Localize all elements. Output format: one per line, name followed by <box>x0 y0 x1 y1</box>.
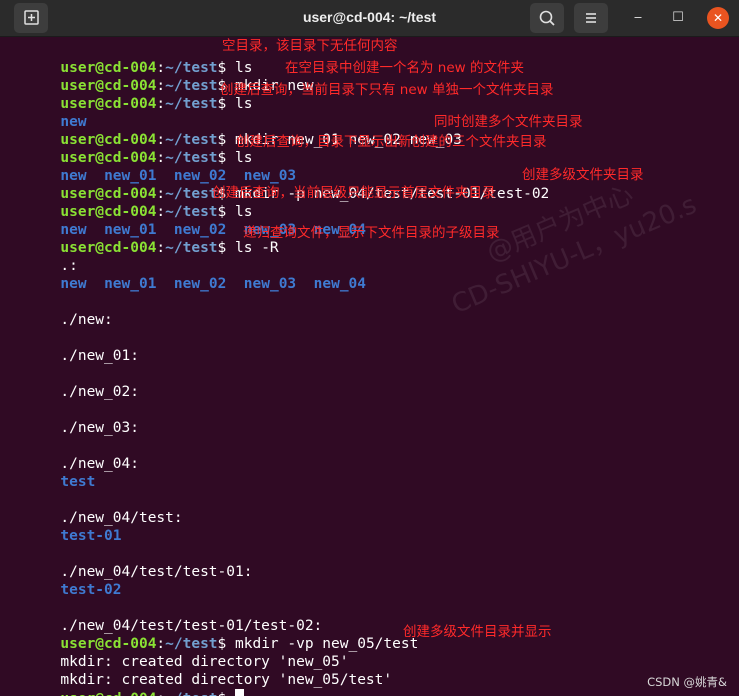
terminal-line: new new_01 new_02 new_03 new_04 <box>8 203 366 238</box>
terminal-line: user@cd-004:~/test$ mkdir new_01 new_02 … <box>8 113 462 148</box>
prompt-user: user@cd-004 <box>60 691 156 696</box>
directory-entry: new_01 <box>104 276 157 292</box>
terminal-line: new new_01 new_02 new_03 <box>8 149 296 184</box>
terminal-line: mkdir: created directory 'new_05' <box>8 635 348 670</box>
terminal-line: new new_01 new_02 new_03 new_04 <box>8 257 366 292</box>
listing-header: ./new: <box>60 312 113 328</box>
terminal-line: user@cd-004:~/test$ mkdir new <box>8 59 313 94</box>
scrollbar[interactable] <box>733 37 739 696</box>
search-icon <box>539 10 555 26</box>
annotation-ls-multi: 创建后查询，目录下显示出新创建的三个文件夹目录 <box>236 134 547 150</box>
terminal-line: ./new_04: <box>8 437 139 472</box>
annotation-ls-top-level: 创建后查询，当前层级只能显示首层文件夹目录 <box>212 185 496 201</box>
directory-entry: new_04 <box>313 276 367 292</box>
directory-entry: new <box>60 276 87 292</box>
terminal-line: user@cd-004:~/test$ <box>8 671 245 696</box>
command-text: ls -R <box>226 240 279 256</box>
directory-entry: test-01 <box>60 528 122 544</box>
annotation-mkdir-vp: 创建多级文件目录并显示 <box>403 624 552 640</box>
annotation-ls-new: 创建后查询，当前目录下只有 new 单独一个文件夹目录 <box>220 82 554 98</box>
maximize-button[interactable]: ☐ <box>667 7 689 29</box>
annotation-empty-dir: 空目录，该目录下无任何内容 <box>222 38 398 54</box>
directory-entry: test <box>60 474 96 490</box>
prompt-path: ~/test <box>165 96 218 112</box>
text-cursor <box>235 689 245 696</box>
terminal-line: user@cd-004:~/test$ mkdir -vp new_05/tes… <box>8 617 418 652</box>
listing-header: ./new_02: <box>60 384 139 400</box>
prompt-colon: : <box>156 691 165 696</box>
prompt-dollar: $ <box>217 240 227 256</box>
prompt-dollar: $ <box>218 691 227 696</box>
directory-entry: new_02 <box>173 276 227 292</box>
terminal-line: test-01 <box>8 509 121 544</box>
prompt-colon: : <box>156 96 166 112</box>
prompt-path: ~/test <box>165 691 217 696</box>
terminal-line: ./new_04/test/test-01/test-02: <box>8 599 322 634</box>
terminal-line: user@cd-004:~/test$ ls -R <box>8 221 278 256</box>
terminal-line: ./new_02: <box>8 365 139 400</box>
annotation-ls-recursive: 递归查询文件，显示下文件目录的子级目录 <box>243 225 500 241</box>
prompt-path: ~/test <box>165 240 218 256</box>
terminal-line: ./new: <box>8 293 112 328</box>
terminal-line: test-02 <box>8 563 121 598</box>
watermark-line-2: CD-SHIYU-L，yu20.s <box>447 189 702 321</box>
terminal-line: ./new_03: <box>8 401 139 436</box>
terminal-window: user@cd-004: ~/test ‒ ☐ ✕ @用户为中心 CD-SHIY… <box>0 0 739 696</box>
listing-header: ./new_01: <box>60 348 139 364</box>
directory-entry: test-02 <box>60 582 122 598</box>
terminal-line: test <box>8 455 95 490</box>
prompt-colon: : <box>156 240 166 256</box>
terminal-line: user@cd-004:~/test$ ls <box>8 131 252 166</box>
annotation-mkdir-new: 在空目录中创建一个名为 new 的文件夹 <box>285 60 524 76</box>
terminal-output[interactable]: @用户为中心 CD-SHIYU-L，yu20.s user@cd-004:~/t… <box>0 37 739 696</box>
listing-header: ./new_03: <box>60 420 139 436</box>
terminal-line: user@cd-004:~/test$ mkdir -p new_04/test… <box>8 167 549 202</box>
annotation-mkdir-multi: 同时创建多个文件夹目录 <box>434 114 583 130</box>
terminal-line: ./new_04/test/test-01: <box>8 545 252 580</box>
terminal-line: new <box>8 95 86 130</box>
minimize-button[interactable]: ‒ <box>627 7 649 29</box>
directory-entry: new_03 <box>243 276 297 292</box>
terminal-line: ./new_04/test: <box>8 491 182 526</box>
new-tab-button[interactable] <box>14 3 48 33</box>
close-button[interactable]: ✕ <box>707 7 729 29</box>
title-bar: user@cd-004: ~/test ‒ ☐ ✕ <box>0 0 739 37</box>
menu-button[interactable] <box>574 3 608 33</box>
search-button[interactable] <box>530 3 564 33</box>
csdn-credit: CSDN @姚青& <box>647 675 727 689</box>
terminal-line: .: <box>8 239 77 274</box>
terminal-line: ./new_01: <box>8 329 139 364</box>
new-tab-icon <box>24 10 39 25</box>
hamburger-menu-icon <box>586 13 596 23</box>
terminal-line: mkdir: created directory 'new_05/test' <box>8 653 392 688</box>
terminal-line: user@cd-004:~/test$ ls <box>8 77 252 112</box>
terminal-line: user@cd-004:~/test$ ls <box>8 41 252 76</box>
annotation-mkdir-p: 创建多级文件夹目录 <box>522 167 644 183</box>
